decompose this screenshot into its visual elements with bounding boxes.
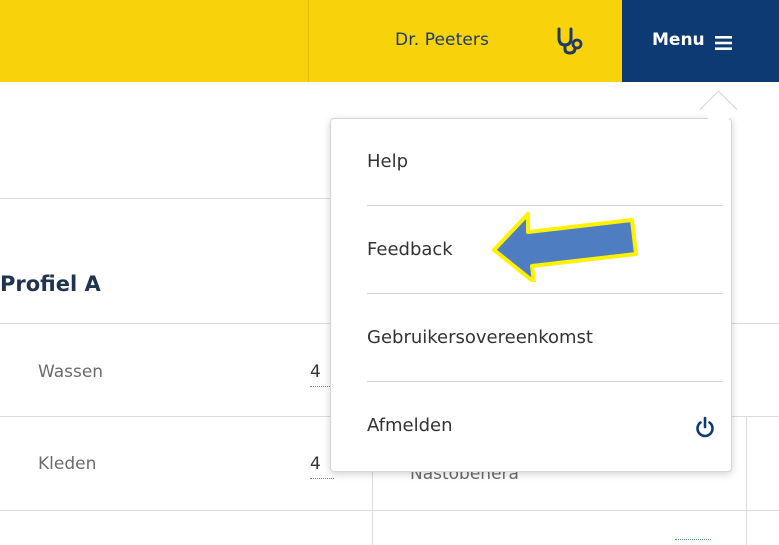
row-divider xyxy=(0,510,779,511)
menu-button[interactable]: Menu xyxy=(622,0,779,82)
menu-item-gebruikersovereenkomst[interactable]: Gebruikersovereenkomst xyxy=(367,319,723,359)
dropdown-menu: Help Feedback Gebruikersovereenkomst Afm… xyxy=(330,118,732,472)
column-divider xyxy=(746,416,747,545)
menu-item-label: Help xyxy=(367,151,409,172)
menu-item-label: Feedback xyxy=(367,239,453,260)
menu-item-afmelden[interactable]: Afmelden xyxy=(367,407,723,447)
menu-item-label: Afmelden xyxy=(367,415,453,436)
annotation-arrow xyxy=(492,212,638,282)
hamburger-icon xyxy=(715,36,732,50)
section-divider xyxy=(0,198,330,199)
row-label: Kleden xyxy=(38,454,97,474)
row-label: Wassen xyxy=(38,362,104,382)
menu-item-help[interactable]: Help xyxy=(367,143,723,183)
menu-label: Menu xyxy=(652,30,705,50)
dotted-value xyxy=(675,539,711,540)
menu-item-label: Gebruikersovereenkomst xyxy=(367,327,593,348)
stethoscope-icon xyxy=(557,27,583,55)
menu-separator xyxy=(367,293,723,294)
power-icon xyxy=(696,416,714,438)
profile-title: Profiel A xyxy=(0,272,101,296)
menu-separator xyxy=(367,381,723,382)
user-name: Dr. Peeters xyxy=(395,30,489,50)
user-profile[interactable]: Dr. Peeters xyxy=(309,0,622,82)
